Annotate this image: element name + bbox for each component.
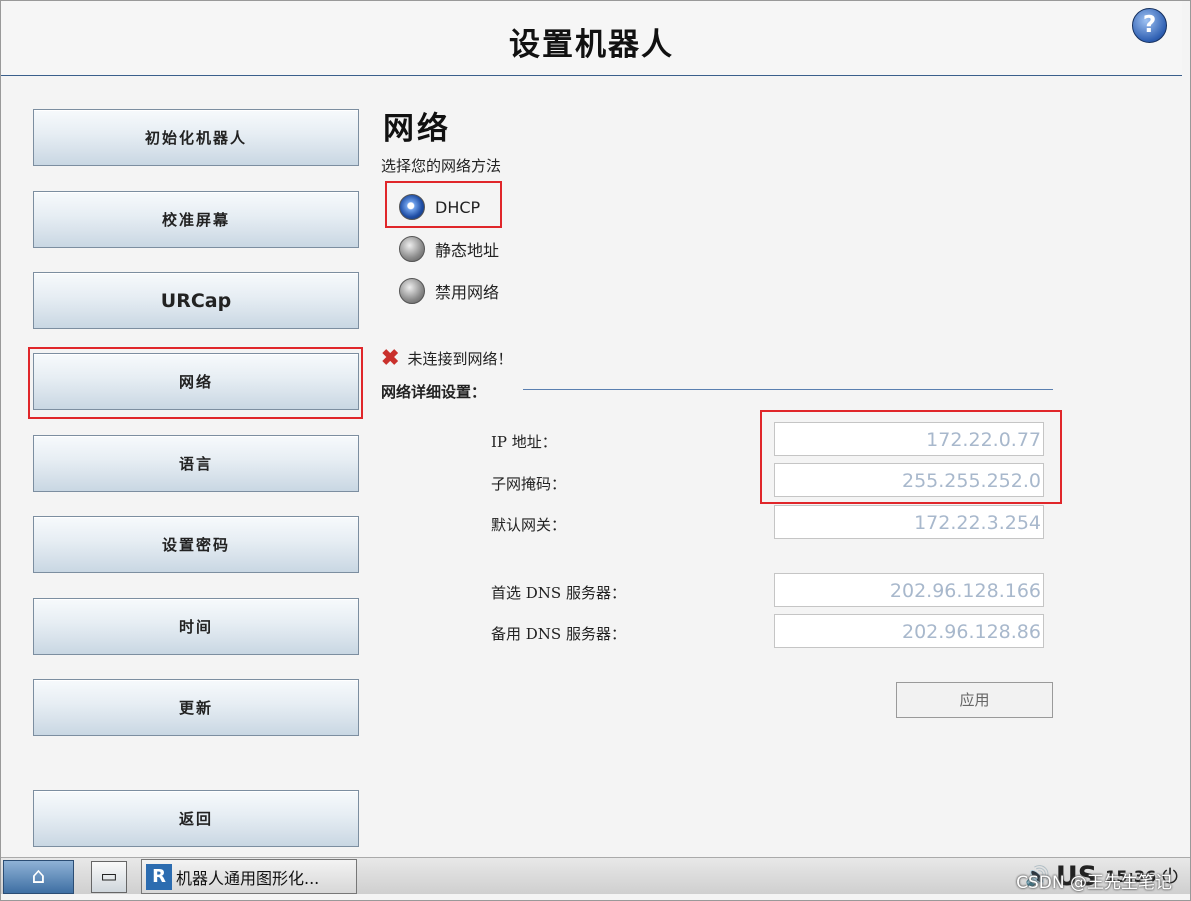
highlight-box-network-nav [28,347,363,419]
taskbar: ⌂ ▭ R 机器人通用图形化... 🔊 US 15:36 ⏻ [1,857,1190,894]
default-gateway-label: 默认网关： [491,516,567,534]
subnet-mask-label: 子网掩码： [491,475,567,493]
ip-address-label: IP 地址： [491,433,557,451]
preferred-dns-label: 首选 DNS 服务器： [491,584,626,602]
radio-static-address[interactable]: 静态地址 [399,236,499,262]
sidebar-item-urcap[interactable]: URCap [33,272,359,329]
taskbar-app-item[interactable]: R 机器人通用图形化... [141,859,357,894]
apply-button[interactable]: 应用 [896,682,1053,718]
ur-logo-icon: R [146,863,172,890]
highlight-box-ip-fields [760,410,1062,504]
network-section-title: 网络 [383,111,451,147]
sidebar-item-calibrate-screen[interactable]: 校准屏幕 [33,191,359,248]
x-error-icon: ✖ [381,345,400,371]
alternate-dns-field[interactable]: 202.96.128.86 [774,614,1044,648]
radio-unselected-icon [399,236,425,262]
details-divider [523,389,1053,390]
details-label: 网络详细设置： [381,383,487,401]
help-icon[interactable]: ? [1132,8,1167,43]
preferred-dns-field[interactable]: 202.96.128.166 [774,573,1044,607]
show-desktop-icon[interactable]: ▭ [91,861,127,893]
radio-disable-network[interactable]: 禁用网络 [399,278,499,304]
sidebar-item-set-password[interactable]: 设置密码 [33,516,359,573]
page-title: 设置机器人 [509,27,674,63]
method-prompt: 选择您的网络方法 [381,157,502,175]
start-menu-icon[interactable]: ⌂ [3,860,74,894]
radio-disable-label: 禁用网络 [435,283,500,302]
highlight-box-dhcp [385,181,502,228]
connection-status: ✖ 未连接到网络！ [381,345,512,371]
default-gateway-field[interactable]: 172.22.3.254 [774,505,1044,539]
watermark: CSDN @王先生笔记 [1016,873,1172,893]
back-button[interactable]: 返回 [33,790,359,847]
taskbar-app-title: 机器人通用图形化... [176,868,320,888]
sidebar-item-initialize-robot[interactable]: 初始化机器人 [33,109,359,166]
setup-robot-window: 设置机器人 ? 初始化机器人 校准屏幕 URCap 网络 语言 设置密码 时间 … [0,0,1191,901]
radio-static-label: 静态地址 [435,241,500,260]
status-text: 未连接到网络！ [407,349,513,368]
sidebar-item-language[interactable]: 语言 [33,435,359,492]
sidebar-item-update[interactable]: 更新 [33,679,359,736]
header-bar: 设置机器人 ? [1,1,1182,76]
radio-unselected-icon [399,278,425,304]
sidebar-item-time[interactable]: 时间 [33,598,359,655]
alternate-dns-label: 备用 DNS 服务器： [491,625,626,643]
